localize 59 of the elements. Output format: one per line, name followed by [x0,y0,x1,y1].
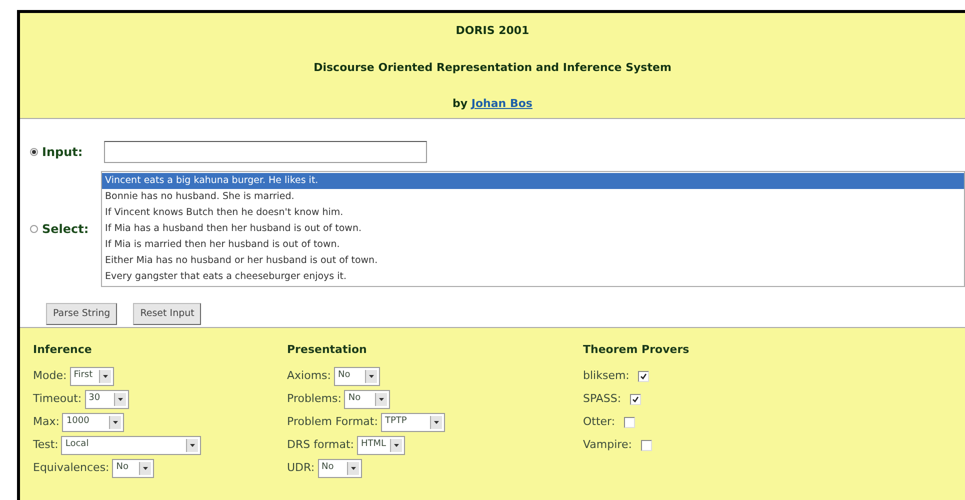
list-option[interactable]: If Mia has a husband then her husband is out of town. [102,221,964,237]
field-label: Max: [33,414,60,430]
section-heading: Inference [33,342,93,358]
dropdown[interactable]: No [318,458,362,478]
field-label: Problems: [287,390,342,407]
radio-label: Select: [42,221,89,238]
section-heading: Presentation [287,342,368,358]
page-subtitle: Discourse Oriented Representation and Inference System [312,60,672,76]
checkbox[interactable] [638,370,650,382]
dropdown[interactable]: No [334,366,380,386]
field-label: Equivalences: [33,460,110,476]
byline-text: by [452,97,468,110]
caret-icon [143,466,148,470]
radio-label: Input: [42,144,83,161]
checkbox[interactable] [630,394,642,404]
radio-button[interactable] [30,148,38,156]
form-button[interactable]: Parse String [46,303,118,326]
list-option[interactable]: Every gangster that eats a cheeseburger enjoys it. [102,269,964,285]
caret-icon [113,420,118,424]
caret-icon [190,444,196,446]
field-label: SPASS: [583,390,622,407]
author-link[interactable]: Johan Bos [471,97,532,110]
caret-icon [394,444,399,446]
list-option[interactable]: Bonnie has no husband. She is married. [102,189,964,205]
field-label: Problem Format: [287,414,378,430]
dropdown[interactable]: TPTP [380,412,445,432]
list-option[interactable]: Vincent eats a big kahuna burger. He likes it. [102,173,964,189]
field-label: Axioms: [287,368,331,384]
field-label: UDR: [287,460,315,476]
section-heading: Theorem Provers [583,342,690,358]
field-label: Test: [33,436,58,453]
list-option[interactable]: If Mia is married then her husband is out of town. [102,237,964,253]
dropdown[interactable]: First [70,366,114,386]
list-option[interactable]: If Vincent knows Butch then he doesn't know him. [102,205,964,221]
form-button[interactable]: Reset Input [133,303,202,326]
text-input-field[interactable] [104,141,427,163]
dropdown[interactable]: 1000 [62,412,124,432]
caret-icon [368,374,374,378]
caret-icon [102,374,108,378]
page-title: DORIS 2001 [454,23,530,39]
field-label: Timeout: [33,390,82,407]
radio-button[interactable] [30,225,38,233]
dropdown[interactable]: HTML [357,436,405,454]
caret-icon [379,398,384,400]
caret-icon [434,420,439,424]
field-label: DRS format: [287,436,354,453]
checkbox[interactable] [624,416,636,428]
field-label: bliksem: [583,368,630,384]
field-label: Mode: [33,368,67,384]
caret-icon [118,398,123,400]
checkbox[interactable] [640,440,652,450]
dropdown[interactable]: 30 [84,390,129,408]
dropdown[interactable]: No [344,390,390,408]
field-label: Vampire: [583,436,632,453]
list-option[interactable]: Either Mia has no husband or her husband is out of town. [102,253,964,269]
dropdown[interactable]: Local [61,436,202,454]
dropdown[interactable]: No [112,458,154,478]
field-label: Otter: [583,414,616,430]
caret-icon [350,466,356,470]
